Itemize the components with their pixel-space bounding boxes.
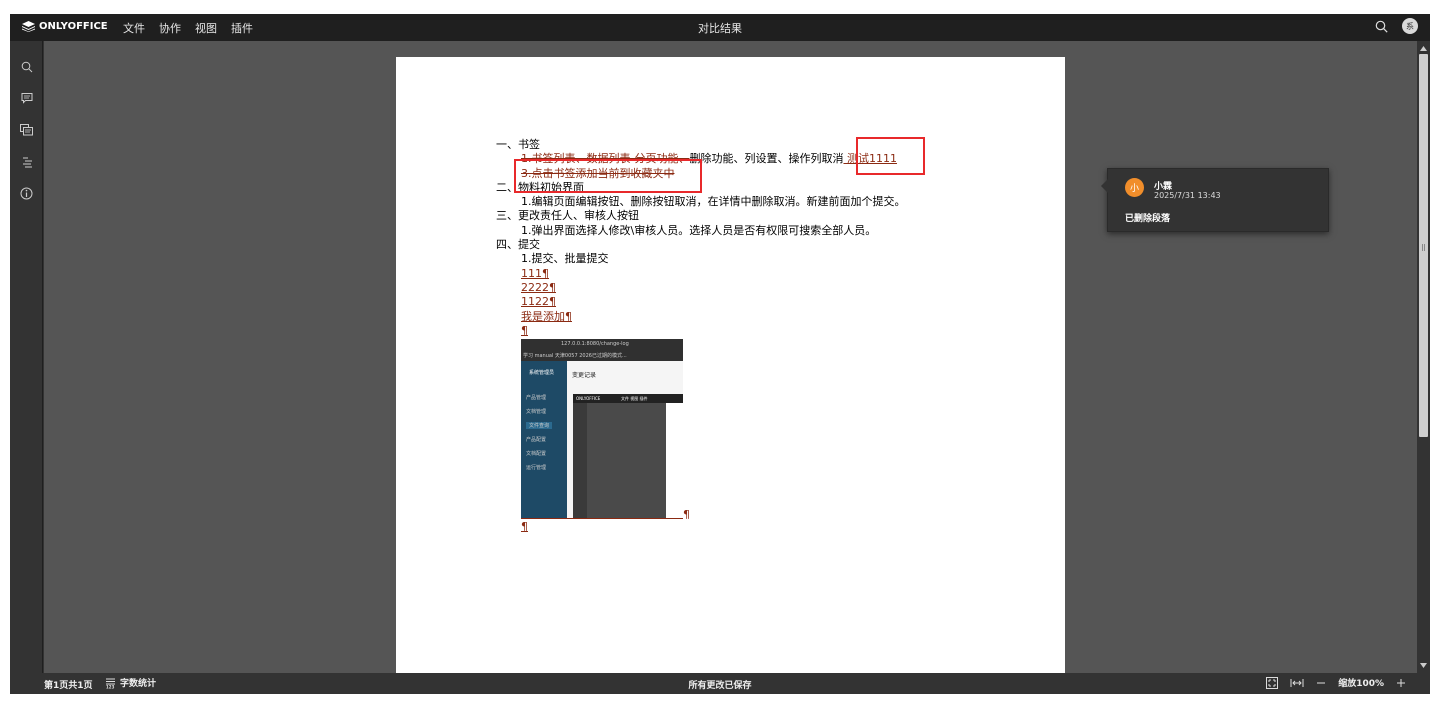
comment-date: 2025/7/31 13:43 — [1154, 191, 1221, 200]
doc-heading-submit: 四、提交 — [496, 238, 540, 252]
embedded-onlyoffice-logo: ONLYOFFICE — [576, 396, 601, 401]
main-menu: 文件 协作 视图 插件 — [123, 20, 253, 36]
scroll-up-button[interactable] — [1420, 44, 1427, 52]
embedded-onlyoffice-menu: 文件 视图 插件 — [621, 396, 648, 401]
doc-heading-change-owner: 三、更改责任人、审核人按钮 — [496, 209, 639, 223]
embedded-sidebar-item: 文档配置 — [526, 451, 547, 457]
embedded-onlyoffice-sidebar — [573, 403, 587, 518]
search-icon[interactable] — [1375, 20, 1388, 33]
sidebar-navigation[interactable] — [18, 153, 35, 170]
search-icon — [21, 61, 32, 72]
inserted-paragraph-text: ¶ — [521, 323, 528, 337]
inserted-paragraph-text: 1122¶ — [521, 295, 556, 309]
save-status: 所有更改已保存 — [688, 681, 752, 691]
embedded-sidebar-item: 运行管理 — [526, 465, 547, 471]
editor-window: ONLYOFFICE 文件 协作 视图 插件 对比结果 系 一、书签 1.书签列… — [10, 14, 1430, 694]
word-count-label: 字数统计 — [120, 679, 157, 689]
fit-page-icon[interactable] — [1266, 676, 1279, 689]
chat-icon — [20, 123, 33, 135]
comment-arrow — [1101, 179, 1108, 193]
document-page[interactable]: 一、书签 1.书签列表、数据列表-分页功能、删除功能、列设置、操作列取消 测试1… — [396, 57, 1065, 673]
zoom-in-icon[interactable] — [1396, 678, 1406, 688]
scroll-grip-icon — [1422, 244, 1425, 251]
scroll-thumb[interactable] — [1419, 54, 1428, 437]
zoom-controls: 缩放100% — [1266, 676, 1406, 689]
zoom-out-icon[interactable] — [1316, 678, 1326, 688]
menu-collaboration[interactable]: 协作 — [159, 20, 181, 36]
embedded-sidebar-title: 系统管理员 — [529, 370, 555, 376]
comment-avatar-initial: 小 — [1129, 184, 1139, 194]
sidebar-about[interactable] — [18, 185, 35, 202]
top-right-controls: 系 — [1375, 18, 1418, 34]
onlyoffice-logo-icon — [22, 21, 35, 32]
highlight-deleted-paragraph — [514, 159, 702, 193]
menu-plugins[interactable]: 插件 — [231, 20, 253, 36]
change-comment-popup[interactable]: 小 小霖 2025/7/31 13:43 已删除段落 — [1101, 168, 1329, 232]
highlight-inserted-text — [856, 137, 925, 175]
menu-file[interactable]: 文件 — [123, 20, 145, 36]
vertical-scrollbar[interactable] — [1417, 41, 1430, 673]
embedded-tabs: 学习 manual 天津0057 2026已过期的模式... — [523, 353, 627, 359]
fit-width-icon[interactable] — [1290, 678, 1304, 688]
doc-line-popup: 1.弹出界面选择人修改\审核人员。选择人员是否有权限可搜索全部人员。 — [521, 223, 877, 237]
embedded-main-title: 变更记录 — [572, 372, 597, 379]
left-sidebar — [10, 41, 43, 673]
sidebar-chat[interactable] — [18, 121, 35, 138]
save-status-area: 所有更改已保存 — [10, 678, 1430, 691]
doc-line-edit-page: 1.编辑页面编辑按钮、删除按钮取消，在详情中删除取消。新建前面加个提交。 — [521, 195, 906, 209]
info-icon — [20, 187, 33, 200]
user-avatar[interactable]: 系 — [1402, 18, 1418, 34]
logo-text: ONLYOFFICE — [39, 21, 108, 32]
zoom-level[interactable]: 缩放100% — [1338, 676, 1384, 689]
page-indicator[interactable]: 第1页共1页 — [44, 678, 93, 691]
status-bar: 第1页共1页 123 字数统计 所有更改已保存 缩放100% — [10, 673, 1430, 694]
embedded-sidebar-item: 产品配置 — [526, 437, 547, 443]
sidebar-comments[interactable] — [18, 89, 35, 106]
menu-view[interactable]: 视图 — [195, 20, 217, 36]
normal-text: 删除功能、列设置、操作列取消 — [689, 152, 844, 166]
embedded-onlyoffice-page — [666, 403, 683, 518]
arrow-up-icon — [1420, 45, 1427, 51]
embedded-url: 127.0.0.1:8080/change-log — [561, 341, 629, 347]
comment-avatar: 小 — [1125, 178, 1144, 197]
comment-text: 已删除段落 — [1125, 214, 1171, 224]
document-canvas[interactable]: 一、书签 1.书签列表、数据列表-分页功能、删除功能、列设置、操作列取消 测试1… — [44, 41, 1417, 673]
inserted-paragraph: 1122¶ — [496, 295, 906, 309]
document-title: 对比结果 — [698, 22, 742, 35]
inserted-paragraph: 2222¶ — [496, 281, 906, 295]
final-pilcrow: ¶ — [521, 520, 528, 533]
svg-text:123: 123 — [106, 684, 115, 689]
doc-line-submit: 1.提交、批量提交 — [521, 252, 609, 266]
scroll-down-button[interactable] — [1420, 661, 1427, 669]
onlyoffice-logo: ONLYOFFICE — [22, 21, 108, 32]
arrow-down-icon — [1420, 662, 1427, 668]
inserted-paragraph: 111¶ — [496, 267, 906, 281]
inserted-paragraph: 我是添加¶ — [496, 310, 906, 324]
doc-heading-bookmark: 一、书签 — [496, 138, 540, 151]
image-pilcrow: ¶ — [683, 508, 690, 521]
user-initial: 系 — [1406, 21, 1414, 31]
inserted-paragraph: ¶ — [496, 324, 906, 338]
navigation-icon — [22, 157, 32, 167]
inserted-paragraph-text: 2222¶ — [521, 280, 556, 294]
embedded-sidebar-item: 产品管理 — [526, 395, 547, 401]
embedded-sidebar-item: 文档管理 — [526, 409, 547, 415]
sidebar-search[interactable] — [18, 58, 35, 75]
word-count-icon: 123 — [106, 678, 115, 689]
word-count-button[interactable]: 123 字数统计 — [105, 676, 156, 689]
inserted-paragraph-text: 我是添加¶ — [521, 309, 572, 323]
top-toolbar: ONLYOFFICE 文件 协作 视图 插件 对比结果 系 — [10, 14, 1430, 41]
embedded-sidebar-item: 文件查询 — [526, 422, 553, 429]
embedded-screenshot-image[interactable]: 127.0.0.1:8080/change-log 学习 manual 天津00… — [521, 339, 683, 519]
inserted-paragraph-text: 111¶ — [521, 266, 549, 280]
comment-icon — [21, 92, 32, 104]
